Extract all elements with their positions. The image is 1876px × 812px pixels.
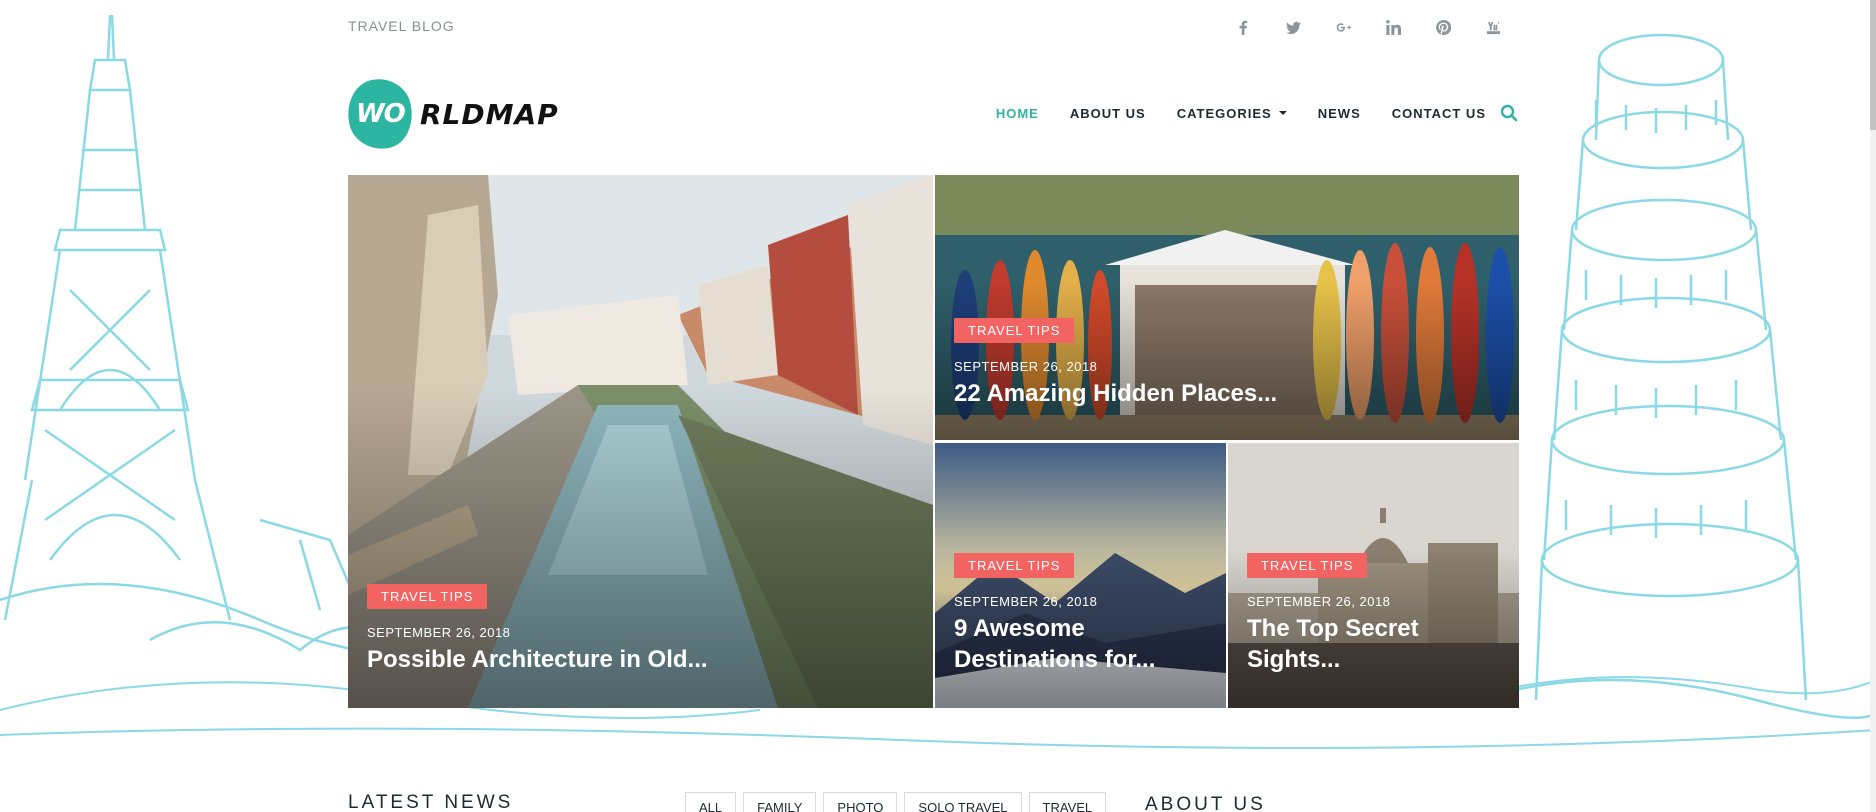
top-bar: TRAVEL BLOG (348, 0, 1518, 52)
logo-mark-text: WO (355, 99, 405, 129)
nav-item-news[interactable]: NEWS (1318, 106, 1361, 121)
filter-photo[interactable]: PHOTO (823, 792, 898, 812)
site-logo[interactable]: WO RLDMAP (341, 73, 559, 155)
featured-post-card[interactable]: TRAVEL TIPS SEPTEMBER 26, 2018 22 Amazin… (935, 175, 1519, 440)
post-title[interactable]: 9 Awesome Destinations for... (954, 613, 1207, 675)
post-date: SEPTEMBER 26, 2018 (1247, 594, 1391, 609)
post-date: SEPTEMBER 26, 2018 (367, 625, 511, 640)
category-tag[interactable]: TRAVEL TIPS (1247, 553, 1368, 578)
post-date: SEPTEMBER 26, 2018 (954, 359, 1098, 374)
post-title[interactable]: Possible Architecture in Old... (367, 644, 914, 675)
pinterest-icon[interactable] (1418, 16, 1468, 38)
featured-post-card[interactable]: TRAVEL TIPS SEPTEMBER 26, 2018 Possible … (348, 175, 933, 708)
filter-family[interactable]: FAMILY (743, 792, 817, 812)
category-tag[interactable]: TRAVEL TIPS (367, 584, 488, 609)
post-meta: TRAVEL TIPS SEPTEMBER 26, 2018 9 Awesome… (954, 553, 1207, 675)
post-title[interactable]: 22 Amazing Hidden Places... (954, 378, 1500, 409)
twitter-icon[interactable] (1268, 16, 1318, 38)
social-links (1218, 16, 1518, 38)
logo-mark: WO (341, 73, 419, 155)
linkedin-icon[interactable] (1368, 16, 1418, 38)
post-title[interactable]: The Top Secret Sights... (1247, 613, 1500, 675)
nav-item-contact-us[interactable]: CONTACT US (1392, 106, 1486, 121)
nav-item-about-us[interactable]: ABOUT US (1070, 106, 1146, 121)
category-tag[interactable]: TRAVEL TIPS (954, 318, 1075, 343)
google-plus-icon[interactable] (1318, 16, 1368, 38)
post-meta: TRAVEL TIPS SEPTEMBER 26, 2018 Possible … (367, 584, 914, 675)
chevron-down-icon (1278, 111, 1287, 115)
filter-travel[interactable]: TRAVEL (1028, 792, 1107, 812)
post-date: SEPTEMBER 26, 2018 (954, 594, 1098, 609)
news-filter-bar: ALL FAMILY PHOTO SOLO TRAVEL TRAVEL (685, 792, 1107, 812)
main-nav: HOME ABOUT US CATEGORIES NEWS CONTACT US (965, 104, 1518, 122)
scrollbar-thumb[interactable] (1870, 0, 1876, 130)
facebook-icon[interactable] (1218, 16, 1268, 38)
filter-all[interactable]: ALL (685, 792, 737, 812)
featured-post-card[interactable]: TRAVEL TIPS SEPTEMBER 26, 2018 9 Awesome… (935, 443, 1226, 708)
latest-news-heading: LATEST NEWS (348, 792, 514, 812)
site-header: WO RLDMAP HOME ABOUT US CATEGORIES NEWS … (341, 73, 1518, 155)
page-scrollbar[interactable] (1870, 0, 1876, 812)
post-meta: TRAVEL TIPS SEPTEMBER 26, 2018 The Top S… (1247, 553, 1500, 675)
filter-solo-travel[interactable]: SOLO TRAVEL (904, 792, 1022, 812)
featured-posts-grid: TRAVEL TIPS SEPTEMBER 26, 2018 Possible … (348, 175, 1519, 708)
post-meta: TRAVEL TIPS SEPTEMBER 26, 2018 22 Amazin… (954, 318, 1500, 409)
site-tagline: TRAVEL BLOG (348, 18, 455, 34)
about-us-heading: ABOUT US (1145, 794, 1266, 812)
nav-item-categories[interactable]: CATEGORIES (1177, 106, 1287, 121)
nav-item-home[interactable]: HOME (996, 106, 1039, 121)
category-tag[interactable]: TRAVEL TIPS (954, 553, 1075, 578)
youtube-icon[interactable] (1468, 16, 1518, 38)
search-icon[interactable] (1500, 104, 1518, 122)
logo-text: RLDMAP (420, 97, 559, 131)
nav-item-categories-label: CATEGORIES (1176, 105, 1272, 121)
featured-post-card[interactable]: TRAVEL TIPS SEPTEMBER 26, 2018 The Top S… (1228, 443, 1519, 708)
